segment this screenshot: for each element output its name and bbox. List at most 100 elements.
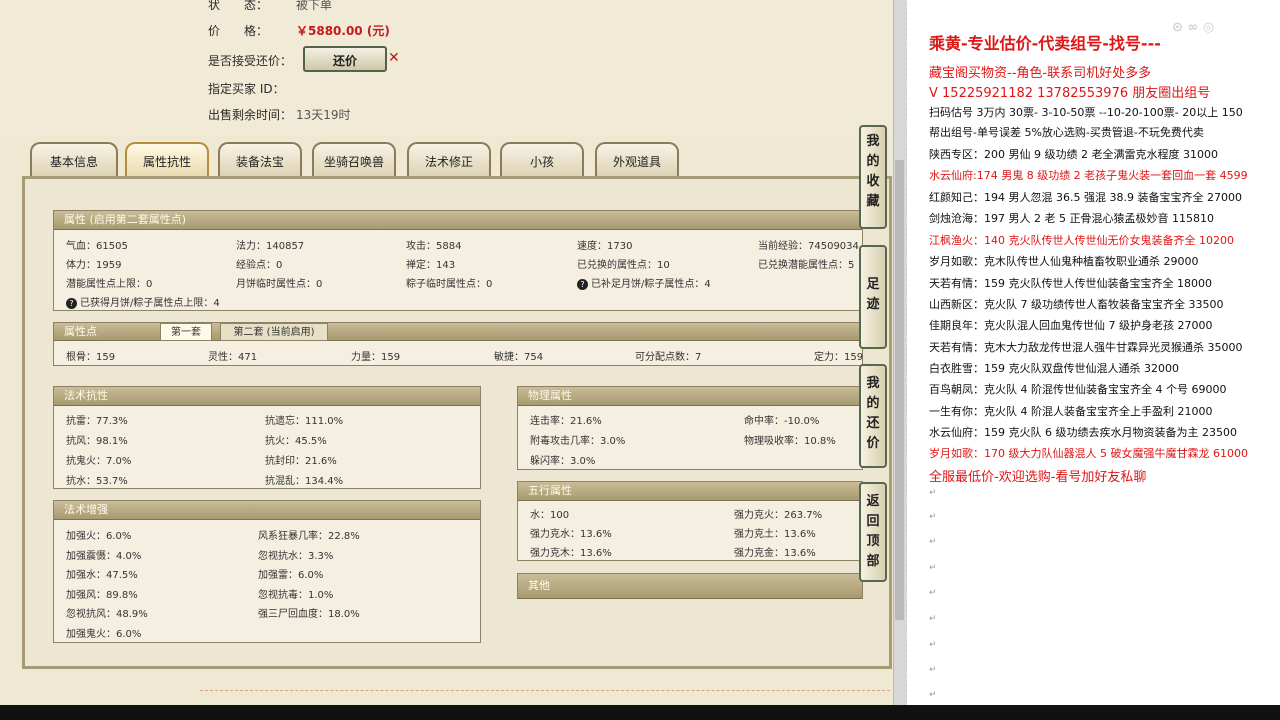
note-line: 岁月如歌：克木队传世人仙鬼种植畜牧职业通杀 29000 [929, 255, 1199, 268]
return-mark-icon: ↵ [929, 488, 937, 498]
return-mark-icon: ↵ [929, 614, 937, 624]
return-mark-icon: ↵ [929, 563, 937, 573]
question-icon: ? [66, 297, 77, 309]
scrollbar-thumb[interactable] [895, 160, 904, 620]
tab-points-set1[interactable]: 第一套 [160, 323, 212, 341]
tab-points-set2[interactable]: 第二套 (当前启用) [220, 323, 328, 341]
return-mark-icon: ↵ [929, 588, 937, 598]
watermark: ⊙ ∞ ◎ [1172, 20, 1215, 35]
tab-mounts-pets[interactable]: 坐骑召唤兽 [312, 142, 396, 176]
wuxing-item: 强力克火：263.7% [734, 510, 823, 521]
note-title: 乘黄-专业估价-代卖组号-找号--- [929, 34, 1161, 53]
note-line: 佳期良年：克火队混人回血鬼传世仙 7 级护身老孩 27000 [929, 319, 1213, 332]
note-line: 帮出组号-单号误差 5%放心选购-买贵管退-不玩免费代卖 [929, 126, 1204, 139]
points-spirit: 灵性：471 [208, 352, 258, 363]
note-line: 水云仙府:174 男鬼 8 级功绩 2 老孩子鬼火装一套回血一套 4599 [929, 169, 1248, 182]
attr-speed: 速度：1730 [577, 241, 633, 252]
tab-basic-info[interactable]: 基本信息 [30, 142, 118, 176]
return-mark-icon: ↵ [929, 690, 937, 700]
enhance-item: 加强鬼火：6.0% [66, 629, 142, 640]
note-line: 江枫渔火：140 克火队传世人传世仙无价女鬼装备齐全 10200 [929, 234, 1234, 247]
enhance-item: 加强火：6.0% [66, 531, 132, 542]
remaining-value: 13天19时 [296, 108, 351, 122]
remaining-label: 出售剩余时间： [208, 108, 293, 122]
physical-item: 躲闪率：3.0% [530, 456, 596, 467]
my-favorites-button[interactable]: 我的收藏 [859, 125, 887, 229]
note-line: 山西新区：克火队 7 级功绩传世人畜牧装备宝宝齐全 33500 [929, 298, 1224, 311]
note-line: 岁月如歌：170 级大力队仙器混人 5 破女魔强牛魔甘霖龙 61000 [929, 447, 1248, 460]
attr-redeemed-points: 已兑换的属性点：10 [577, 260, 670, 271]
attr-filled-points: ? 已补足月饼/粽子属性点：4 [577, 275, 711, 290]
divider-line [200, 690, 890, 691]
points-agility: 敏捷：754 [494, 352, 544, 363]
points-endurance: 定力：159 [814, 352, 864, 363]
resist-item: 抗混乱：134.4% [265, 476, 344, 487]
wuxing-item: 强力克金：13.6% [734, 548, 816, 559]
note-line: 剑烛沧海：197 男人 2 老 5 正骨混心猿孟极妙音 115810 [929, 212, 1214, 225]
tab-appearance[interactable]: 外观道具 [595, 142, 679, 176]
price-row: 价 格： ￥5880.00 (元) [208, 22, 390, 39]
back-to-top-button[interactable]: 返回顶部 [859, 482, 887, 582]
enhance-item: 忽视抗风：48.9% [66, 609, 148, 620]
attr-exp: 当前经验：74509034 [758, 241, 859, 252]
tab-spell-mod[interactable]: 法术修正 [407, 142, 491, 176]
note-line: 白衣胜雪：159 克火队双盘传世仙混人通杀 32000 [929, 362, 1179, 375]
resist-section: 法术抗性 抗雷：77.3% 抗遗忘：111.0% 抗风：98.1% 抗火：45.… [53, 386, 481, 489]
margin-guide [906, 0, 907, 720]
attr-section: 属性 (启用第二套属性点) 气血：61505 法力：140857 攻击：5884… [53, 210, 863, 311]
attr-zen: 禅定：143 [406, 260, 456, 271]
taskbar [0, 705, 1280, 720]
note-line: 天若有情：159 克火队传世人传世仙装备宝宝齐全 18000 [929, 277, 1212, 290]
enhance-item: 强三尸回血度：18.0% [258, 609, 360, 620]
resist-header: 法术抗性 [54, 387, 480, 406]
enhance-item: 忽视抗水：3.3% [258, 551, 334, 562]
attr-redeemed-potential: 已兑换潜能属性点：5 [758, 260, 855, 271]
buyer-id-label: 指定买家 ID： [208, 82, 285, 96]
price-value: ￥5880.00 (元) [296, 24, 390, 38]
status-label: 状 态： [208, 0, 269, 12]
return-mark-icon: ↵ [929, 665, 937, 675]
attr-potential-limit: 潜能属性点上限：0 [66, 279, 153, 290]
status-row: 状 态： 被下单 [208, 0, 332, 13]
tab-child[interactable]: 小孩 [500, 142, 584, 176]
attr-hp: 气血：61505 [66, 241, 128, 252]
buyer-id-row: 指定买家 ID： [208, 80, 296, 97]
return-mark-icon: ↵ [929, 40, 937, 50]
note-line: 扫码估号 3万内 30票- 3-10-50票 --10-20-100票- 20以… [929, 106, 1243, 119]
attr-zongzi-temp: 粽子临时属性点：0 [406, 279, 493, 290]
physical-item: 附毒攻击几率：3.0% [530, 436, 626, 447]
note-line: V 15225921182 13782553976 朋友圈出组号 [929, 86, 1211, 101]
my-offers-button[interactable]: 我的还价 [859, 364, 887, 468]
enhance-item: 加强震慑：4.0% [66, 551, 142, 562]
wuxing-header: 五行属性 [518, 482, 862, 501]
enhance-item: 忽视抗毒：1.0% [258, 590, 334, 601]
enhance-section: 法术增强 加强火：6.0% 风系狂暴几率：22.8% 加强震慑：4.0% 忽视抗… [53, 500, 481, 643]
points-available: 可分配点数：7 [635, 352, 702, 363]
wuxing-item: 强力克土：13.6% [734, 529, 816, 540]
resist-item: 抗雷：77.3% [66, 416, 128, 427]
attr-mp: 法力：140857 [236, 241, 305, 252]
tab-equipment[interactable]: 装备法宝 [218, 142, 302, 176]
footprint-button[interactable]: 足迹 [859, 245, 887, 349]
physical-header: 物理属性 [518, 387, 862, 406]
physical-item: 命中率：-10.0% [744, 416, 820, 427]
points-physique: 根骨：159 [66, 352, 116, 363]
attr-note: ? 已获得月饼/粽子属性点上限：4 [66, 294, 220, 309]
accept-offer-row: 是否接受还价： [208, 52, 296, 69]
note-line: 天若有情：克木大力敌龙传世混人强牛甘霖异光灵猴通杀 35000 [929, 341, 1243, 354]
resist-item: 抗鬼火：7.0% [66, 456, 132, 467]
note-line: 红颜知己：194 男人忽混 36.5 强混 38.9 装备宝宝齐全 27000 [929, 191, 1242, 204]
physical-item: 物理吸收率：10.8% [744, 436, 836, 447]
resist-item: 抗风：98.1% [66, 436, 128, 447]
sale-info: 状 态： 被下单 价 格： ￥5880.00 (元) 是否接受还价： 还价 ✕ 指定… [0, 0, 893, 135]
attr-attack: 攻击：5884 [406, 241, 462, 252]
attr-stamina: 体力：1959 [66, 260, 122, 271]
note-line: 一生有你：克火队 4 阶混人装备宝宝齐全上手盈利 21000 [929, 405, 1213, 418]
offer-button[interactable]: 还价 [303, 46, 387, 72]
return-mark-icon: ↵ [929, 512, 937, 522]
enhance-header: 法术增强 [54, 501, 480, 520]
tab-attr-resist[interactable]: 属性抗性 [125, 142, 209, 176]
note-line: 陕西专区：200 男仙 9 级功绩 2 老全满雷克水程度 31000 [929, 148, 1218, 161]
resist-item: 抗遗忘：111.0% [265, 416, 344, 427]
other-section: 其他 [517, 573, 863, 599]
